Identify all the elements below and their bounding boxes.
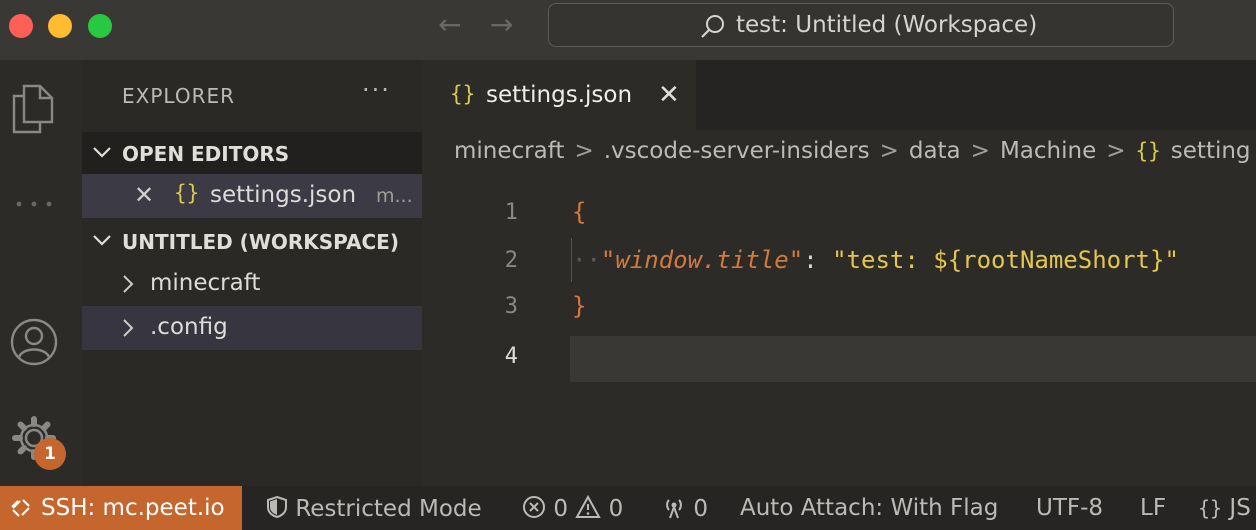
restricted-mode-item[interactable]: Restricted Mode — [266, 495, 482, 522]
current-line-highlight — [570, 336, 1256, 382]
json-file-icon: {} — [174, 181, 200, 205]
explorer-sidebar: EXPLORER ··· OPEN EDITORS ✕ {} settings.… — [82, 60, 422, 486]
chevron-down-icon — [93, 147, 111, 158]
line-number: 2 — [504, 248, 518, 273]
folder-label: minecraft — [150, 270, 261, 296]
warning-count: 0 — [608, 496, 624, 522]
breadcrumb-item[interactable]: .vscode-server-insiders — [604, 138, 870, 164]
error-icon — [523, 496, 545, 518]
close-window-button[interactable] — [9, 14, 33, 38]
encoding-item[interactable]: UTF-8 — [1036, 495, 1103, 521]
folder-item-config[interactable]: .config — [82, 306, 422, 350]
title-bar: ← → test: Untitled (Workspace) — [0, 0, 1256, 60]
eol-item[interactable]: LF — [1140, 495, 1166, 521]
json-file-icon: {} — [1198, 496, 1223, 520]
code-key: "window.title" — [600, 246, 804, 274]
line-number: 3 — [504, 294, 518, 319]
restricted-mode-label: Restricted Mode — [295, 496, 482, 522]
remote-label: SSH: mc.peet.io — [41, 495, 225, 521]
breadcrumb: minecraft > .vscode-server-insiders > data > M… — [454, 138, 1256, 170]
remote-indicator[interactable]: SSH: mc.peet.io — [0, 486, 242, 530]
folder-label: .config — [150, 314, 228, 340]
json-file-icon: {} — [1135, 139, 1161, 163]
code-close-brace: } — [572, 292, 587, 320]
line-number-active: 4 — [504, 344, 518, 369]
language-label: JS — [1229, 495, 1251, 521]
json-file-icon: {} — [450, 82, 476, 106]
open-editor-path: m... — [376, 185, 413, 207]
editor-tab-bar: {} settings.json ✕ — [422, 60, 1256, 130]
code-editor[interactable]: 1 2 3 4 { ··"window.title": "test: ${roo… — [422, 180, 1256, 486]
settings-update-badge: 1 — [34, 438, 66, 470]
open-editors-label: OPEN EDITORS — [122, 142, 290, 166]
arrow-left-icon[interactable]: ← — [438, 10, 461, 40]
more-views-icon[interactable] — [14, 198, 56, 210]
chevron-right-icon — [123, 275, 134, 293]
workspace-label: UNTITLED (WORKSPACE) — [122, 230, 399, 254]
chevron-right-icon: > — [1106, 138, 1126, 164]
ports-count: 0 — [693, 496, 708, 522]
whitespace-marker: ·· — [572, 246, 601, 274]
breadcrumb-item[interactable]: data — [909, 138, 961, 164]
remote-icon — [11, 499, 30, 517]
close-icon[interactable]: ✕ — [134, 181, 154, 209]
ports-item[interactable]: 0 — [662, 495, 708, 522]
language-mode-item[interactable]: {} JS — [1198, 495, 1251, 521]
code-value: "test: ${rootNameShort}" — [832, 246, 1179, 274]
open-editors-header[interactable]: OPEN EDITORS — [82, 132, 422, 174]
chevron-down-icon — [93, 235, 111, 246]
minimize-window-button[interactable] — [48, 14, 72, 38]
sidebar-title: EXPLORER — [122, 84, 235, 108]
code-open-brace: { — [572, 198, 587, 226]
more-actions-icon[interactable]: ··· — [362, 76, 391, 104]
explorer-files-icon[interactable] — [10, 84, 56, 134]
open-editor-item[interactable]: ✕ {} settings.json m... — [82, 174, 422, 218]
error-count: 0 — [553, 496, 568, 522]
line-number: 1 — [504, 200, 518, 225]
status-bar: SSH: mc.peet.io Restricted Mode 0 0 0 Au… — [0, 486, 1256, 530]
chevron-right-icon — [123, 319, 134, 337]
activity-bar — [0, 60, 82, 486]
zoom-window-button[interactable] — [88, 14, 112, 38]
tab-label: settings.json — [486, 82, 633, 108]
close-icon[interactable]: ✕ — [658, 80, 680, 110]
code-line-1[interactable]: { — [572, 198, 586, 226]
shield-icon — [267, 495, 287, 519]
code-line-2[interactable]: ··"window.title": "test: ${rootNameShort… — [572, 246, 1179, 274]
problems-item[interactable]: 0 0 — [522, 494, 624, 522]
command-center-title: test: Untitled (Workspace) — [736, 12, 1038, 38]
folder-item-minecraft[interactable]: minecraft — [82, 262, 422, 306]
chevron-right-icon: > — [574, 138, 594, 164]
arrow-right-icon[interactable]: → — [490, 10, 513, 40]
command-center[interactable]: test: Untitled (Workspace) — [548, 3, 1174, 47]
broadcast-icon — [666, 499, 682, 519]
chevron-right-icon: > — [879, 138, 899, 164]
breadcrumb-item[interactable]: setting — [1171, 138, 1251, 164]
auto-attach-item[interactable]: Auto Attach: With Flag — [740, 495, 998, 521]
code-line-3[interactable]: } — [572, 292, 586, 320]
breadcrumb-item[interactable]: minecraft — [454, 138, 564, 164]
account-icon[interactable] — [10, 318, 58, 366]
chevron-right-icon: > — [970, 138, 990, 164]
workspace-header[interactable]: UNTITLED (WORKSPACE) — [82, 220, 422, 262]
search-icon — [701, 15, 724, 38]
breadcrumb-item[interactable]: Machine — [1000, 138, 1096, 164]
code-colon: : — [803, 246, 833, 274]
warning-icon — [575, 494, 601, 518]
tab-settings-json[interactable]: {} settings.json ✕ — [422, 60, 696, 130]
open-editor-filename: settings.json — [210, 182, 357, 208]
